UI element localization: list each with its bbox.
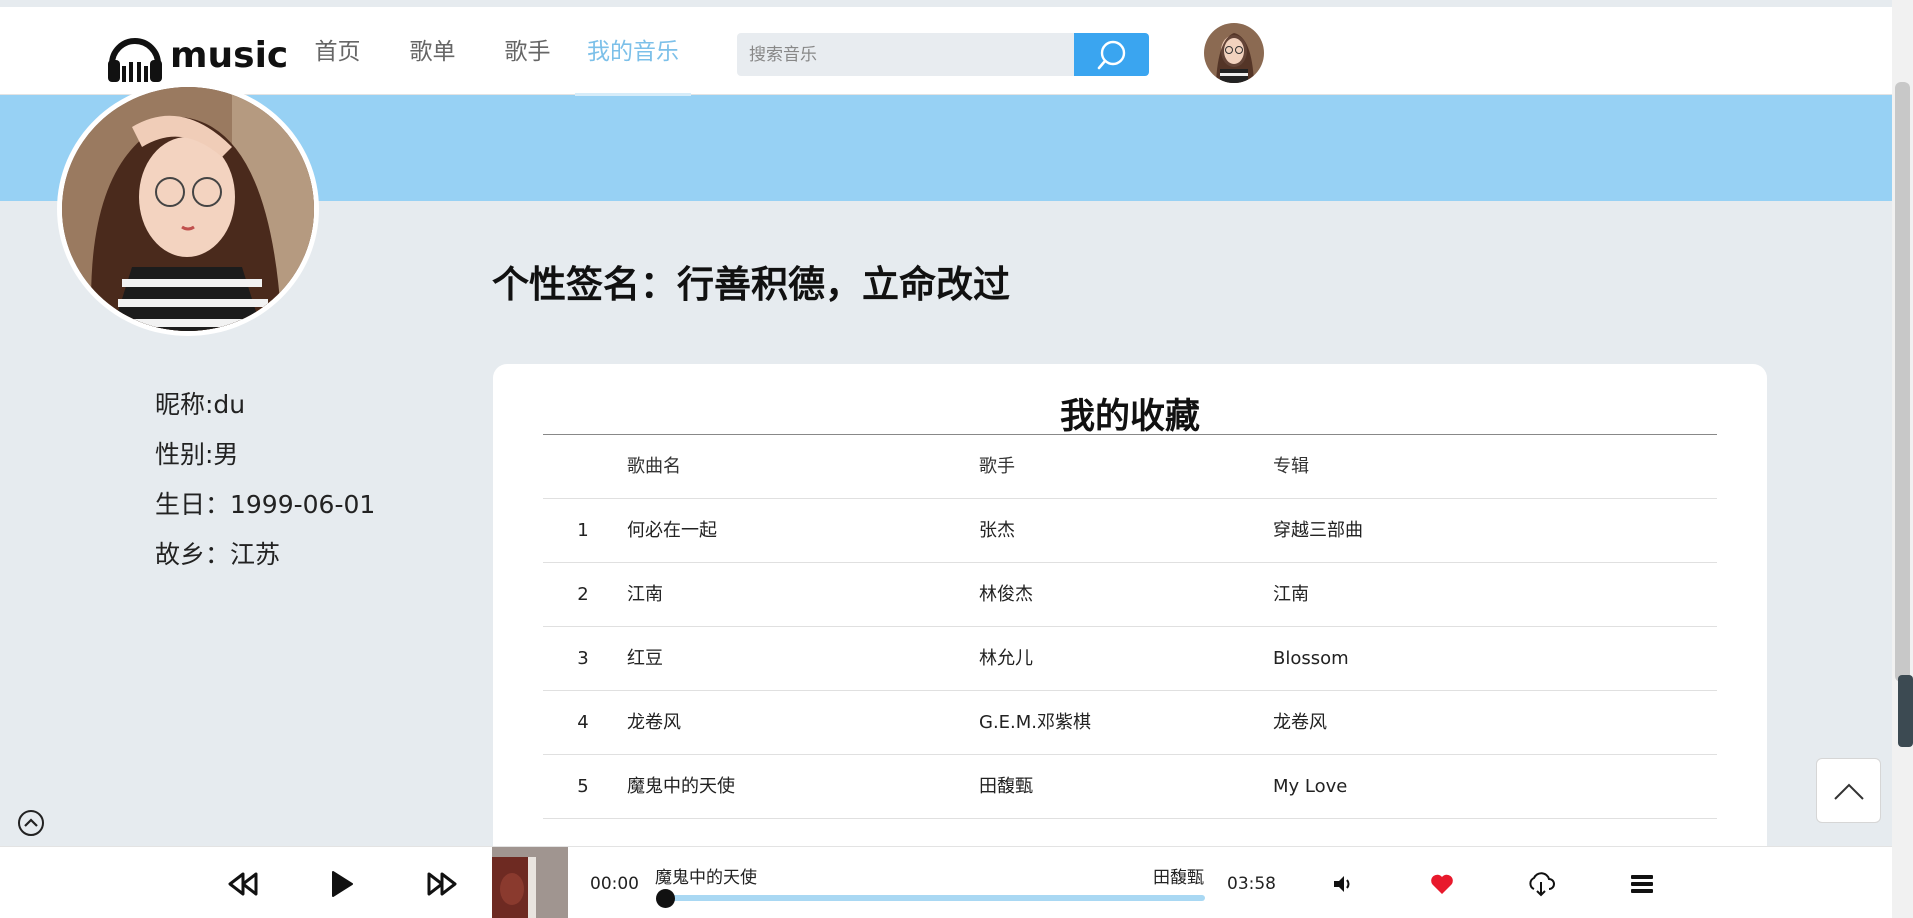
progress-bar[interactable]: [665, 895, 1205, 901]
download-button[interactable]: [1524, 867, 1558, 901]
profile-info: 昵称:du 性别:男 生日：1999-06-01 故乡：江苏: [155, 388, 375, 588]
music-player: 00:00 魔鬼中的天使 田馥甄 03:58: [0, 846, 1892, 918]
column-header-song: 歌曲名: [627, 456, 681, 477]
column-header-album: 专辑: [1273, 456, 1309, 477]
row-index: 1: [577, 520, 589, 541]
album-cover-image: [492, 847, 568, 918]
album-name[interactable]: 龙卷风: [1273, 691, 1327, 755]
column-header-singer: 歌手: [979, 456, 1015, 477]
gender: 性别:男: [155, 440, 239, 469]
favorites-card: 我的收藏 歌曲名 歌手 专辑 1 何必在一起 张杰 穿越三部曲 2 江南 林俊杰…: [493, 364, 1767, 918]
next-icon: [427, 872, 457, 896]
table-row[interactable]: 2 江南 林俊杰 江南: [543, 563, 1717, 627]
song-name[interactable]: 魔鬼中的天使: [627, 755, 735, 819]
table-row[interactable]: 4 龙卷风 G.E.M.邓紫棋 龙卷风: [543, 691, 1717, 755]
progress-handle[interactable]: [656, 889, 675, 908]
song-name[interactable]: 龙卷风: [627, 691, 681, 755]
album-cover[interactable]: [492, 847, 568, 918]
album-name[interactable]: 穿越三部曲: [1273, 499, 1363, 563]
chevron-up-circle-icon: [18, 810, 44, 836]
next-button[interactable]: [425, 867, 459, 901]
playlist-button[interactable]: [1625, 867, 1659, 901]
album-name[interactable]: Blossom: [1273, 627, 1349, 691]
profile-avatar: [57, 82, 319, 336]
singer-name[interactable]: 张杰: [979, 499, 1015, 563]
track-title: 魔鬼中的天使: [655, 868, 757, 888]
favorite-button[interactable]: [1425, 867, 1459, 901]
headphones-icon: [108, 38, 162, 82]
table-row[interactable]: 3 红豆 林允儿 Blossom: [543, 627, 1717, 691]
singer-name[interactable]: G.E.M.邓紫棋: [979, 691, 1091, 755]
previous-button[interactable]: [226, 867, 260, 901]
album-name[interactable]: 江南: [1273, 563, 1309, 627]
favorites-title: 我的收藏: [1059, 397, 1200, 437]
profile-photo: [62, 87, 314, 331]
back-to-top-button[interactable]: [1816, 758, 1881, 823]
heart-icon: [1431, 874, 1453, 894]
singer-name[interactable]: 林俊杰: [979, 563, 1033, 627]
nav-playlists[interactable]: 歌单: [385, 7, 480, 95]
nav-home[interactable]: 首页: [290, 7, 385, 95]
search-bar: [737, 33, 1149, 76]
favorites-table: 歌曲名 歌手 专辑 1 何必在一起 张杰 穿越三部曲 2 江南 林俊杰 江南 3…: [543, 435, 1717, 819]
row-index: 2: [577, 584, 589, 605]
singer-name[interactable]: 林允儿: [979, 627, 1033, 691]
nav-my-music[interactable]: 我的音乐: [575, 7, 691, 96]
prev-icon: [228, 872, 258, 896]
search-icon: [1097, 40, 1125, 69]
volume-button[interactable]: [1326, 867, 1360, 901]
playlist-icon: [1631, 875, 1653, 893]
chevron-up-icon: [1833, 783, 1864, 800]
top-navbar: music 首页 歌单 歌手 我的音乐: [0, 7, 1892, 96]
nav-singers[interactable]: 歌手: [480, 7, 575, 95]
song-name[interactable]: 何必在一起: [627, 499, 717, 563]
song-name[interactable]: 江南: [627, 563, 663, 627]
play-button[interactable]: [325, 867, 359, 901]
signature: 个性签名：行善积德，立命改过: [492, 263, 1010, 306]
volume-icon: [1334, 876, 1350, 892]
site-logo[interactable]: music: [104, 24, 288, 86]
album-name[interactable]: My Love: [1273, 755, 1347, 819]
row-index: 3: [577, 648, 589, 669]
search-input[interactable]: [737, 33, 1074, 76]
table-header: 歌曲名 歌手 专辑: [543, 435, 1717, 499]
play-icon: [332, 871, 353, 897]
collapse-player-button[interactable]: [17, 809, 45, 837]
hometown: 故乡：江苏: [155, 540, 281, 569]
duration: 03:58: [1227, 874, 1276, 894]
search-button[interactable]: [1074, 33, 1149, 76]
avatar-image: [1204, 23, 1264, 83]
download-icon: [1529, 872, 1555, 897]
song-name[interactable]: 红豆: [627, 627, 663, 691]
side-widget[interactable]: [1898, 675, 1913, 747]
logo-text: music: [170, 34, 289, 76]
scrollbar-thumb[interactable]: [1895, 82, 1910, 682]
main-nav: 首页 歌单 歌手 我的音乐: [290, 7, 691, 96]
nickname: 昵称:du: [155, 390, 246, 419]
table-row[interactable]: 5 魔鬼中的天使 田馥甄 My Love: [543, 755, 1717, 819]
row-index: 4: [577, 712, 589, 733]
user-avatar[interactable]: [1204, 23, 1264, 83]
singer-name[interactable]: 田馥甄: [979, 755, 1033, 819]
row-index: 5: [577, 776, 589, 797]
track-artist: 田馥甄: [1153, 868, 1204, 888]
birthday: 生日：1999-06-01: [155, 490, 376, 519]
current-time: 00:00: [590, 874, 639, 894]
table-row[interactable]: 1 何必在一起 张杰 穿越三部曲: [543, 499, 1717, 563]
